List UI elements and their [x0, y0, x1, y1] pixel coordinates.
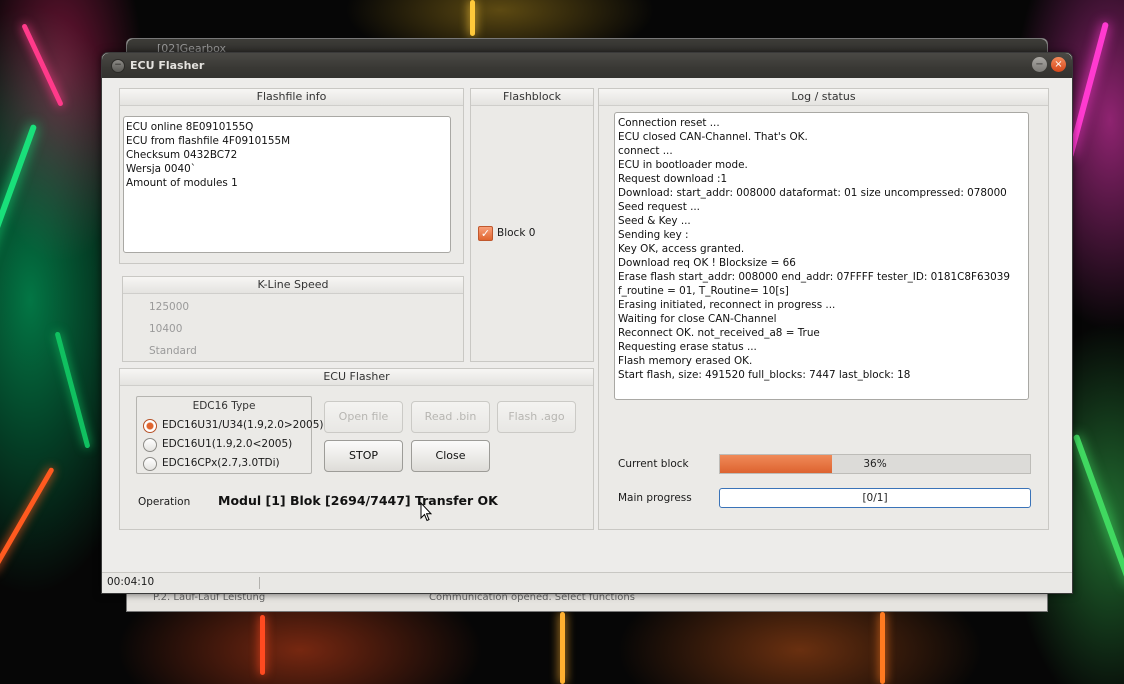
edc16u1-radio[interactable] [143, 438, 157, 452]
close-button[interactable]: Close [411, 440, 490, 472]
log-status-panel: Log / status Connection reset ... ECU cl… [598, 88, 1049, 530]
log-line: Start flash, size: 491520 full_blocks: 7… [618, 369, 911, 381]
log-line: Key OK, access granted. [618, 243, 745, 255]
log-line: Reconnect OK. not_received_a8 = True [618, 327, 820, 339]
log-line: Connection reset ... [618, 117, 720, 129]
status-bar: 00:04:10 [102, 572, 1072, 593]
main-progress-label: Main progress [618, 492, 692, 504]
ecu-flasher-panel: ECU Flasher EDC16 Type EDC16U31/U34(1.9,… [119, 368, 594, 530]
log-textarea[interactable]: Connection reset ... ECU closed CAN-Chan… [614, 112, 1029, 400]
log-line: Seed request ... [618, 201, 700, 213]
kline-option-standard[interactable]: Standard [149, 344, 197, 358]
edc16u31-label: EDC16U31/U34(1.9,2.0>2005) [162, 419, 324, 431]
kline-speed-title: K-Line Speed [123, 277, 463, 294]
log-status-title: Log / status [599, 89, 1048, 106]
flashblock-panel: Flashblock ✓ Block 0 [470, 88, 594, 362]
flashfile-info-line: ECU from flashfile 4F0910155M [126, 135, 291, 147]
block-0-label: Block 0 [497, 227, 536, 239]
flashfile-info-line: Amount of modules 1 [126, 177, 238, 189]
kline-speed-panel: K-Line Speed 125000 10400 Standard [122, 276, 464, 362]
flashblock-title: Flashblock [471, 89, 593, 106]
elapsed-time: 00:04:10 [107, 576, 155, 588]
flash-ago-button[interactable]: Flash .ago [497, 401, 576, 433]
log-line: Download req OK ! Blocksize = 66 [618, 257, 796, 269]
edc16u31-radio[interactable] [143, 419, 157, 433]
edc16u1-label: EDC16U1(1.9,2.0<2005) [162, 438, 293, 450]
flashfile-info-text[interactable]: ECU online 8E0910155Q ECU from flashfile… [123, 116, 451, 253]
current-block-label: Current block [618, 458, 689, 470]
window-menu-icon[interactable]: − [111, 59, 125, 73]
log-line: Download: start_addr: 008000 dataformat:… [618, 187, 1007, 199]
log-line: ECU closed CAN-Channel. That's OK. [618, 131, 808, 143]
ecu-flasher-window: − ECU Flasher − × Flashfile info ECU onl… [101, 52, 1073, 594]
ecu-flasher-title: ECU Flasher [120, 369, 593, 386]
current-block-percent: 36% [863, 458, 887, 470]
main-progress-text: [0/1] [862, 492, 888, 504]
flashfile-info-title: Flashfile info [120, 89, 463, 106]
log-line: ECU in bootloader mode. [618, 159, 748, 171]
log-line: Request download :1 [618, 173, 728, 185]
edc16cpx-radio[interactable] [143, 457, 157, 471]
flashfile-info-line: Wersja 0040` [126, 163, 196, 175]
open-file-button[interactable]: Open file [324, 401, 403, 433]
stop-button[interactable]: STOP [324, 440, 403, 472]
window-title: ECU Flasher [130, 59, 205, 72]
title-bar[interactable]: − ECU Flasher − × [102, 53, 1072, 78]
read-bin-button[interactable]: Read .bin [411, 401, 490, 433]
mouse-cursor-icon [420, 502, 432, 522]
log-line: Requesting erase status ... [618, 341, 757, 353]
log-line: Seed & Key ... [618, 215, 691, 227]
close-window-button[interactable]: × [1051, 57, 1066, 72]
flashfile-info-line: Checksum 0432BC72 [126, 149, 238, 161]
edc16cpx-label: EDC16CPx(2.7,3.0TDi) [162, 457, 280, 469]
operation-status: Modul [1] Blok [2694/7447] Transfer OK [218, 493, 498, 508]
current-block-progress: 36% [719, 454, 1031, 474]
block-0-checkbox[interactable]: ✓ [478, 226, 493, 241]
edc16-type-title: EDC16 Type [192, 400, 256, 412]
log-line: Waiting for close CAN-Channel [618, 313, 777, 325]
edc16-type-group: EDC16 Type EDC16U31/U34(1.9,2.0>2005) ED… [136, 396, 324, 474]
log-line: Erasing initiated, reconnect in progress… [618, 299, 836, 311]
log-line: connect ... [618, 145, 673, 157]
status-separator [259, 577, 260, 589]
flashfile-info-line: ECU online 8E0910155Q [126, 121, 254, 133]
kline-option-125000[interactable]: 125000 [149, 300, 189, 314]
flashfile-info-panel: Flashfile info ECU online 8E0910155Q ECU… [119, 88, 464, 264]
log-line: f_routine = 01, T_Routine= 10[s] [618, 285, 789, 297]
minimize-button[interactable]: − [1032, 57, 1047, 72]
main-progress-bar: [0/1] [719, 488, 1031, 508]
log-line: Flash memory erased OK. [618, 355, 753, 367]
kline-option-10400[interactable]: 10400 [149, 322, 182, 336]
log-line: Erase flash start_addr: 008000 end_addr:… [618, 271, 1011, 283]
operation-label: Operation [138, 496, 191, 508]
log-line: Sending key : [618, 229, 689, 241]
